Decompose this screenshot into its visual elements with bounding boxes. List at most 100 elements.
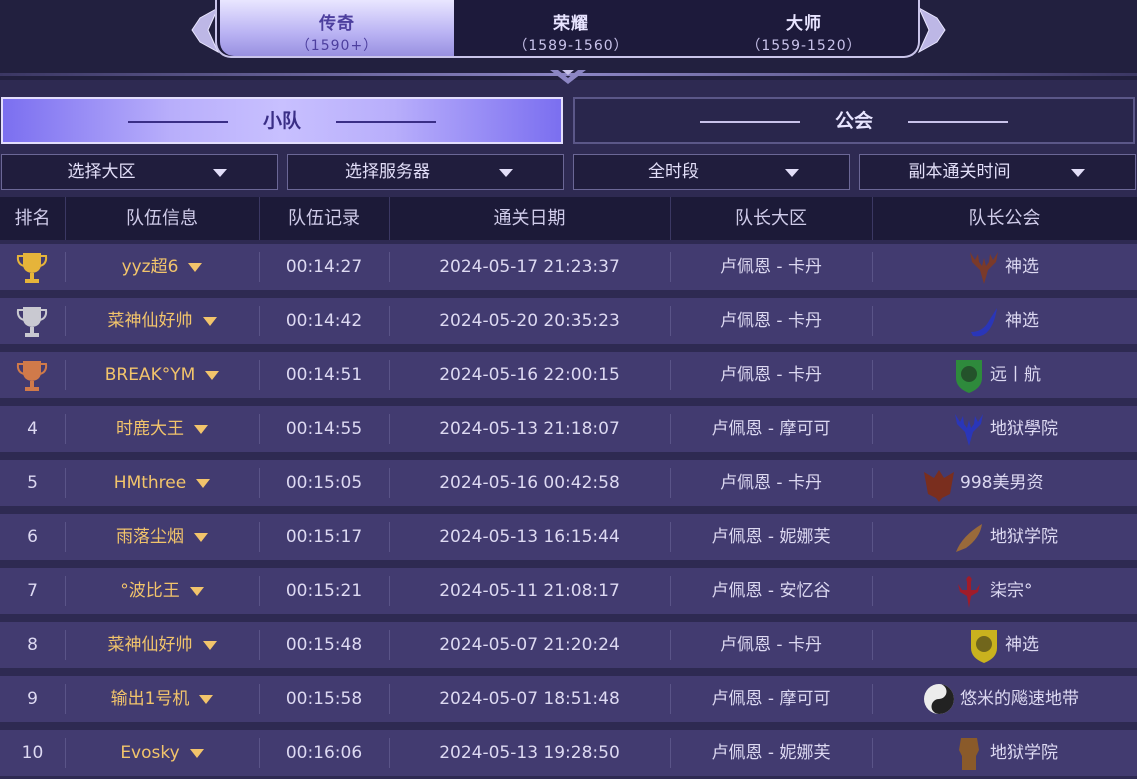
clear-date: 2024-05-16 22:00:15 [439,365,620,385]
clear-date: 2024-05-20 20:35:23 [439,311,620,331]
bronze-trophy-icon [16,361,48,391]
chevron-down-icon[interactable] [196,478,211,488]
chevron-down-icon[interactable] [194,424,208,434]
team-name-label: 雨落尘烟 [116,527,184,547]
team-record: 00:15:58 [285,689,363,709]
guild-name: 神选 [1005,257,1039,277]
team-name[interactable]: 雨落尘烟 [65,514,259,560]
leader-guild: 悠米的飚速地带 [872,676,1137,722]
team-record: 00:15:48 [285,635,363,655]
clear-date: 2024-05-13 21:18:07 [439,419,620,439]
leader-region: 卢佩恩 - 卡丹 [720,365,822,385]
table-row[interactable]: 7 °波比王 00:15:21 2024-05-11 21:08:17 卢佩恩 … [0,568,1137,614]
chevron-down-icon[interactable] [205,370,220,380]
chevron-down-icon[interactable] [189,748,204,758]
clear-date: 2024-05-16 00:42:58 [439,473,620,493]
antlers-icon [970,252,998,284]
guild-name: 远丨航 [990,365,1041,385]
team-name[interactable]: HMthree [65,460,259,506]
tab-master-name: 大师 [786,14,822,34]
team-name-label: Evosky [120,743,180,763]
team-name-label: BREAK°YM [104,365,196,385]
guild-name: 柒宗° [990,581,1033,601]
server-select-label: 选择服务器 [345,162,430,182]
team-name[interactable]: Evosky [65,730,259,776]
divider-ornament-icon [550,70,586,84]
team-name[interactable]: 菜神仙好帅 [65,622,259,668]
clear-date: 2024-05-07 21:20:24 [439,635,620,655]
tab-master-range: （1559-1520） [746,38,862,54]
leader-region: 卢佩恩 - 妮娜芙 [711,743,831,763]
column-region: 队长大区 [670,197,873,240]
team-name[interactable]: 菜神仙好帅 [65,298,259,344]
table-row[interactable]: 10 Evosky 00:16:06 2024-05-13 19:28:50 卢… [0,730,1137,776]
team-record: 00:14:27 [285,257,363,277]
chevron-down-icon [213,169,227,177]
team-name[interactable]: 时鹿大王 [65,406,259,452]
table-row[interactable]: 8 菜神仙好帅 00:15:48 2024-05-07 21:20:24 卢佩恩… [0,622,1137,668]
chevron-down-icon[interactable] [188,262,203,272]
table-row[interactable]: 6 雨落尘烟 00:15:17 2024-05-13 16:15:44 卢佩恩 … [0,514,1137,560]
chevron-down-icon[interactable] [189,586,204,596]
lion-shield-icon [956,360,982,393]
table-row[interactable]: 4 时鹿大王 00:14:55 2024-05-13 21:18:07 卢佩恩 … [0,406,1137,452]
tab-glory-range: （1589-1560） [513,38,629,54]
guild-name: 神选 [1005,635,1039,655]
team-record: 00:15:17 [285,527,363,547]
chevron-down-icon[interactable] [202,640,217,650]
period-select[interactable]: 全时段 [573,154,850,190]
rank-number: 8 [27,635,38,655]
feather-icon [956,524,982,552]
demon-wings-icon [924,470,954,502]
tab-legend-name: 传奇 [319,14,355,34]
table-row[interactable]: 9 输出1号机 00:15:58 2024-05-07 18:51:48 卢佩恩… [0,676,1137,722]
leader-guild: 柒宗° [872,568,1137,614]
rank-number: 4 [27,419,38,439]
leader-guild: 神选 [872,622,1137,668]
tab-glory-name: 荣耀 [553,14,589,34]
server-select[interactable]: 选择服务器 [287,154,564,190]
guild-name: 神选 [1005,311,1039,331]
team-name[interactable]: 输出1号机 [65,676,259,722]
wing-icon [971,308,997,337]
tab-legend[interactable]: 传奇 （1590+） [220,0,454,56]
sort-select-label: 副本通关时间 [908,162,1011,182]
chevron-down-icon[interactable] [199,694,214,704]
rank-number: 6 [27,527,38,547]
right-arrow-icon [908,121,1008,123]
table-row[interactable]: 5 HMthree 00:15:05 2024-05-16 00:42:58 卢… [0,460,1137,506]
silver-trophy-icon [16,307,48,337]
column-team: 队伍信息 [65,197,260,240]
team-name[interactable]: yyz超6 [65,244,259,290]
team-record: 00:14:42 [285,311,363,331]
team-record: 00:16:06 [285,743,363,763]
lion-shield-icon [971,630,997,663]
leader-guild: 地狱學院 [872,406,1137,452]
team-name-label: °波比王 [120,581,180,601]
table-row[interactable]: 菜神仙好帅 00:14:42 2024-05-20 20:35:23 卢佩恩 -… [0,298,1137,344]
tab-master[interactable]: 大师 （1559-1520） [687,0,918,56]
leader-region: 卢佩恩 - 卡丹 [720,257,822,277]
region-select[interactable]: 选择大区 [1,154,278,190]
sort-select[interactable]: 副本通关时间 [859,154,1136,190]
leader-region: 卢佩恩 - 摩可可 [711,419,831,439]
table-row[interactable]: BREAK°YM 00:14:51 2024-05-16 22:00:15 卢佩… [0,352,1137,398]
period-select-label: 全时段 [648,162,699,182]
column-guild: 队长公会 [968,208,1041,229]
team-name[interactable]: °波比王 [65,568,259,614]
table-row[interactable]: yyz超6 00:14:27 2024-05-17 21:23:37 卢佩恩 -… [0,244,1137,290]
tier-tabs: 传奇 （1590+） 荣耀 （1589-1560） 大师 （1559-1520） [215,0,920,58]
antlers-icon [955,414,983,446]
column-rank: 排名 [0,197,66,240]
chevron-down-icon[interactable] [202,316,217,326]
tab-guild[interactable]: 公会 [573,97,1135,144]
team-name-label: 时鹿大王 [116,419,184,439]
chevron-down-icon [785,169,799,177]
team-name-label: 菜神仙好帅 [107,635,193,655]
tab-glory[interactable]: 荣耀 （1589-1560） [454,0,688,56]
tab-team[interactable]: 小队 [1,97,563,144]
team-name[interactable]: BREAK°YM [65,352,259,398]
chevron-down-icon[interactable] [194,532,208,542]
right-arrow-icon [336,121,436,123]
guild-name: 地狱学院 [990,743,1058,763]
